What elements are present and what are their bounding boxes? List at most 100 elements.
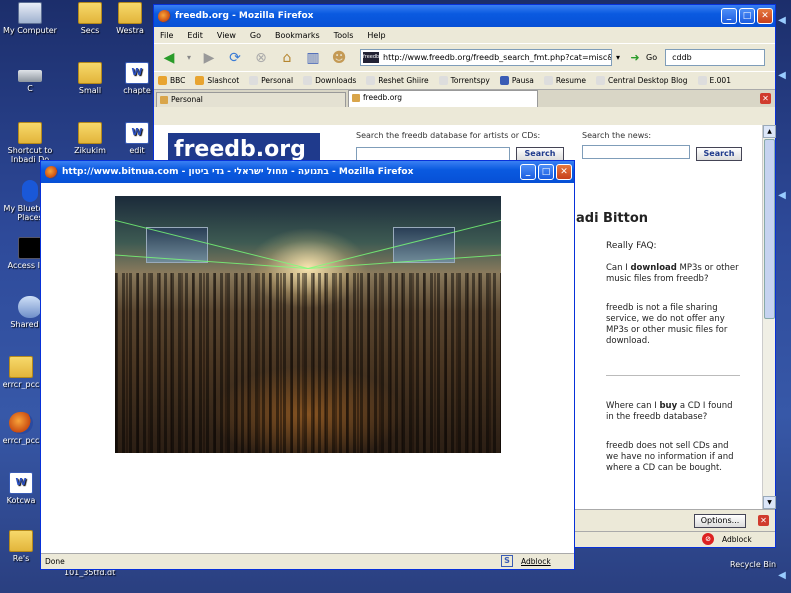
menu-bookmarks[interactable]: Bookmarks (275, 31, 320, 40)
news-search-input[interactable] (582, 145, 690, 159)
bookmark-label: BBC (170, 76, 186, 85)
recycle-bin-label[interactable]: Recycle Bin (730, 560, 776, 569)
scroll-down-icon[interactable]: ▼ (763, 496, 776, 509)
desktop-icon-kotcwa[interactable]: Kotcwa (0, 472, 42, 505)
bookmark-item[interactable]: Resume (543, 76, 586, 85)
tab-freedb[interactable]: freedb.org (348, 90, 538, 107)
faq-q-bold: download (630, 263, 677, 273)
minimize-button[interactable]: _ (721, 8, 737, 24)
bookmark-item[interactable]: Personal (249, 76, 293, 85)
desktop-icon-westra[interactable]: Westra (108, 2, 152, 35)
faq-question-1[interactable]: Can I download MP3s or other music files… (606, 263, 742, 285)
bookmark-item[interactable]: Reshet Ghiire (366, 76, 429, 85)
main-title-bar[interactable]: freedb.org - Mozilla Firefox _ □ ✕ (154, 5, 775, 27)
faq-answer-2: freedb does not sell CDs and we have no … (606, 441, 734, 473)
bookmarks-sidebar-icon[interactable]: ▥ (302, 48, 324, 68)
crowd-silhouettes (115, 273, 501, 453)
navigation-toolbar: ◀ ▾ ▶ ⟳ ⊗ ⌂ ▥ ☻ freedb http://www.freedb… (154, 43, 775, 71)
adblock-icon[interactable]: ⊘ (702, 533, 714, 545)
page-icon (366, 76, 376, 85)
maximize-button[interactable]: □ (739, 8, 755, 24)
faq-answer-1: freedb is not a file sharing service, we… (606, 303, 728, 346)
news-search-button[interactable]: Search (696, 147, 742, 161)
popup-window-title: http://www.bitnua.com - בתנועה - מחול יש… (62, 167, 414, 177)
desktop-icon-errcr-firefox[interactable]: errcr_pcc (0, 412, 42, 445)
desktop-icon-label: Small (78, 86, 102, 95)
desktop-icon-c-drive[interactable]: C (0, 62, 60, 93)
bookmark-item[interactable]: Pausa (499, 76, 534, 85)
menu-go[interactable]: Go (250, 31, 261, 40)
desktop-icon-res[interactable]: Re's (0, 530, 42, 563)
menu-help[interactable]: Help (367, 31, 385, 40)
forward-arrow-icon[interactable]: ▶ (198, 48, 220, 68)
desktop-icon-small[interactable]: Small (60, 62, 120, 95)
menu-edit[interactable]: Edit (187, 31, 203, 40)
popup-page-content (41, 183, 574, 553)
close-tab-icon[interactable]: ✕ (760, 93, 771, 104)
bookmark-item[interactable]: Slashcot (195, 76, 239, 85)
desktop-icon-chapte[interactable]: chapte (120, 62, 154, 95)
go-icon[interactable]: ➜ (628, 48, 642, 68)
bookmark-icon (499, 76, 509, 85)
s-extension-icon[interactable]: S (501, 555, 513, 567)
options-button[interactable]: Options... (694, 514, 746, 528)
scroll-up-icon[interactable]: ▲ (763, 125, 776, 138)
popup-title-bar[interactable]: http://www.bitnua.com - בתנועה - מחול יש… (41, 161, 574, 183)
bookmark-icon (158, 76, 167, 85)
bookmark-item[interactable]: BBC (158, 76, 185, 85)
faq-title: Really FAQ: (606, 241, 657, 251)
computer-icon (18, 2, 42, 24)
bookmark-label: Torrentspy (450, 76, 490, 85)
search-value: cddb (672, 53, 692, 62)
db-search-button[interactable]: Search (516, 147, 564, 161)
desktop-icon-shortcut[interactable]: Shortcut to Inbadi Do (0, 122, 60, 164)
desktop-icon-zikukim[interactable]: Zikukim (60, 122, 120, 155)
faq-question-2[interactable]: Where can I buy a CD I found in the free… (606, 401, 742, 423)
url-dropdown-icon[interactable]: ▾ (612, 48, 624, 68)
maximize-button[interactable]: □ (538, 164, 554, 180)
menu-tools[interactable]: Tools (334, 31, 354, 40)
desktop-icon-edit[interactable]: edit (120, 122, 154, 155)
menu-view[interactable]: View (217, 31, 236, 40)
go-label[interactable]: Go (646, 53, 657, 62)
search-news-label: Search the news: (582, 131, 652, 140)
extension-icon[interactable]: ☻ (328, 48, 350, 68)
minimize-button[interactable]: _ (520, 164, 536, 180)
reload-icon[interactable]: ⟳ (224, 48, 246, 68)
back-arrow-icon[interactable]: ◀ (158, 48, 180, 68)
bookmark-item[interactable]: Downloads (303, 76, 356, 85)
dance-hall-photo (115, 196, 501, 453)
bookmark-label: Slashcot (207, 76, 240, 85)
db-search-input[interactable] (356, 147, 510, 161)
firefox-icon (9, 412, 33, 434)
close-findbar-icon[interactable]: ✕ (758, 515, 769, 526)
firefox-icon (45, 165, 58, 179)
search-input[interactable]: cddb (665, 49, 766, 66)
bookmark-label: Personal (261, 76, 294, 85)
bookmark-label: Downloads (315, 76, 357, 85)
vertical-scrollbar[interactable]: ▲ ▼ (762, 125, 776, 509)
scroll-thumb[interactable] (764, 139, 775, 319)
bookmark-item[interactable]: Torrentspy (438, 76, 490, 85)
bookmark-label: Pausa (511, 76, 534, 85)
bookmark-item[interactable]: Central Desktop Blog (595, 76, 688, 85)
close-button[interactable]: ✕ (556, 164, 572, 180)
search-db-label: Search the freedb database for artists o… (356, 131, 541, 140)
tab-personal[interactable]: Personal (156, 92, 346, 107)
back-dropdown-icon[interactable]: ▾ (184, 48, 194, 68)
desktop-icon-label: edit (129, 146, 145, 155)
artist-heading: adi Bitton (576, 211, 649, 226)
home-icon[interactable]: ⌂ (276, 48, 298, 68)
close-button[interactable]: ✕ (757, 8, 773, 24)
menu-file[interactable]: File (160, 31, 173, 40)
ibm-icon (18, 237, 42, 259)
adblock-status-label[interactable]: Adblock (722, 532, 752, 547)
desktop-icon-errcr-folder[interactable]: errcr_pcc (0, 356, 42, 389)
desktop-icon-label: Westra (116, 26, 144, 35)
adblock-status-label[interactable]: Adblock (521, 554, 551, 569)
stop-icon[interactable]: ⊗ (250, 48, 272, 68)
desktop-icon-my-computer[interactable]: My Computer (0, 2, 60, 35)
url-bar[interactable]: freedb http://www.freedb.org/freedb_sear… (360, 49, 612, 66)
desktop-icon-label: Re's (12, 554, 30, 563)
bookmark-item[interactable]: E.001 (697, 76, 731, 85)
